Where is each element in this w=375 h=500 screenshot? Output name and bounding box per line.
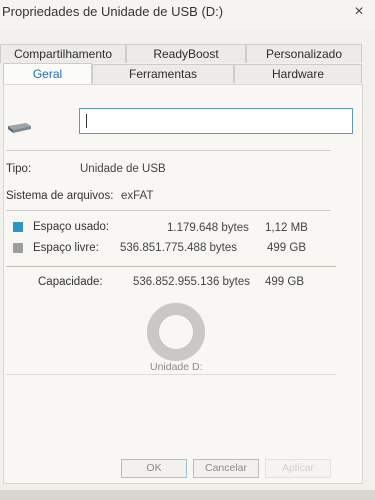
used-space-size: 1,12 MB bbox=[265, 222, 308, 234]
close-button[interactable]: × bbox=[349, 2, 369, 22]
tab-compartilhamento[interactable]: Compartilhamento bbox=[0, 44, 126, 63]
tab-geral[interactable]: Geral bbox=[3, 63, 92, 85]
type-value: Unidade de USB bbox=[80, 163, 166, 175]
used-space-label: Espaço usado: bbox=[33, 221, 110, 233]
properties-window: Propriedades de Unidade de USB (D:) × Co… bbox=[0, 0, 375, 500]
filesystem-value: exFAT bbox=[121, 190, 154, 202]
used-space-bytes: 1.179.648 bytes bbox=[167, 222, 249, 234]
separator-bottom bbox=[6, 374, 336, 375]
drive-caption: Unidade D: bbox=[150, 361, 203, 373]
tab-personalizado[interactable]: Personalizado bbox=[246, 44, 362, 63]
type-label: Tipo: bbox=[6, 163, 32, 175]
free-space-bytes: 536.851.775.488 bytes bbox=[120, 242, 238, 254]
tab-ferramentas[interactable]: Ferramentas bbox=[92, 64, 234, 83]
text-caret bbox=[86, 114, 87, 128]
ok-button[interactable]: OK bbox=[121, 459, 187, 478]
capacity-label: Capacidade: bbox=[38, 276, 103, 288]
cancel-button[interactable]: Cancelar bbox=[193, 459, 259, 478]
free-space-swatch bbox=[13, 243, 23, 253]
apply-button[interactable]: Aplicar bbox=[265, 459, 331, 478]
capacity-size: 499 GB bbox=[265, 276, 304, 288]
window-title: Propriedades de Unidade de USB (D:) bbox=[2, 4, 224, 19]
used-space-swatch bbox=[13, 222, 23, 232]
free-space-label: Espaço livre: bbox=[33, 242, 99, 254]
free-space-size: 499 GB bbox=[267, 242, 306, 254]
drive-name-input[interactable] bbox=[79, 108, 353, 134]
title-bar: Propriedades de Unidade de USB (D:) × bbox=[0, 0, 375, 30]
separator-middle bbox=[6, 210, 331, 211]
usage-donut-chart bbox=[147, 303, 205, 361]
filesystem-label: Sistema de arquivos: bbox=[6, 190, 114, 202]
capacity-bytes: 536.852.955.136 bytes bbox=[133, 276, 251, 288]
donut-free-ring bbox=[147, 303, 205, 361]
tab-readyboost[interactable]: ReadyBoost bbox=[126, 44, 246, 63]
separator-capacity bbox=[6, 266, 336, 267]
separator-top bbox=[6, 150, 331, 151]
tab-hardware[interactable]: Hardware bbox=[234, 64, 362, 83]
usb-drive-icon bbox=[8, 123, 31, 133]
window-bottom-edge bbox=[0, 490, 375, 500]
